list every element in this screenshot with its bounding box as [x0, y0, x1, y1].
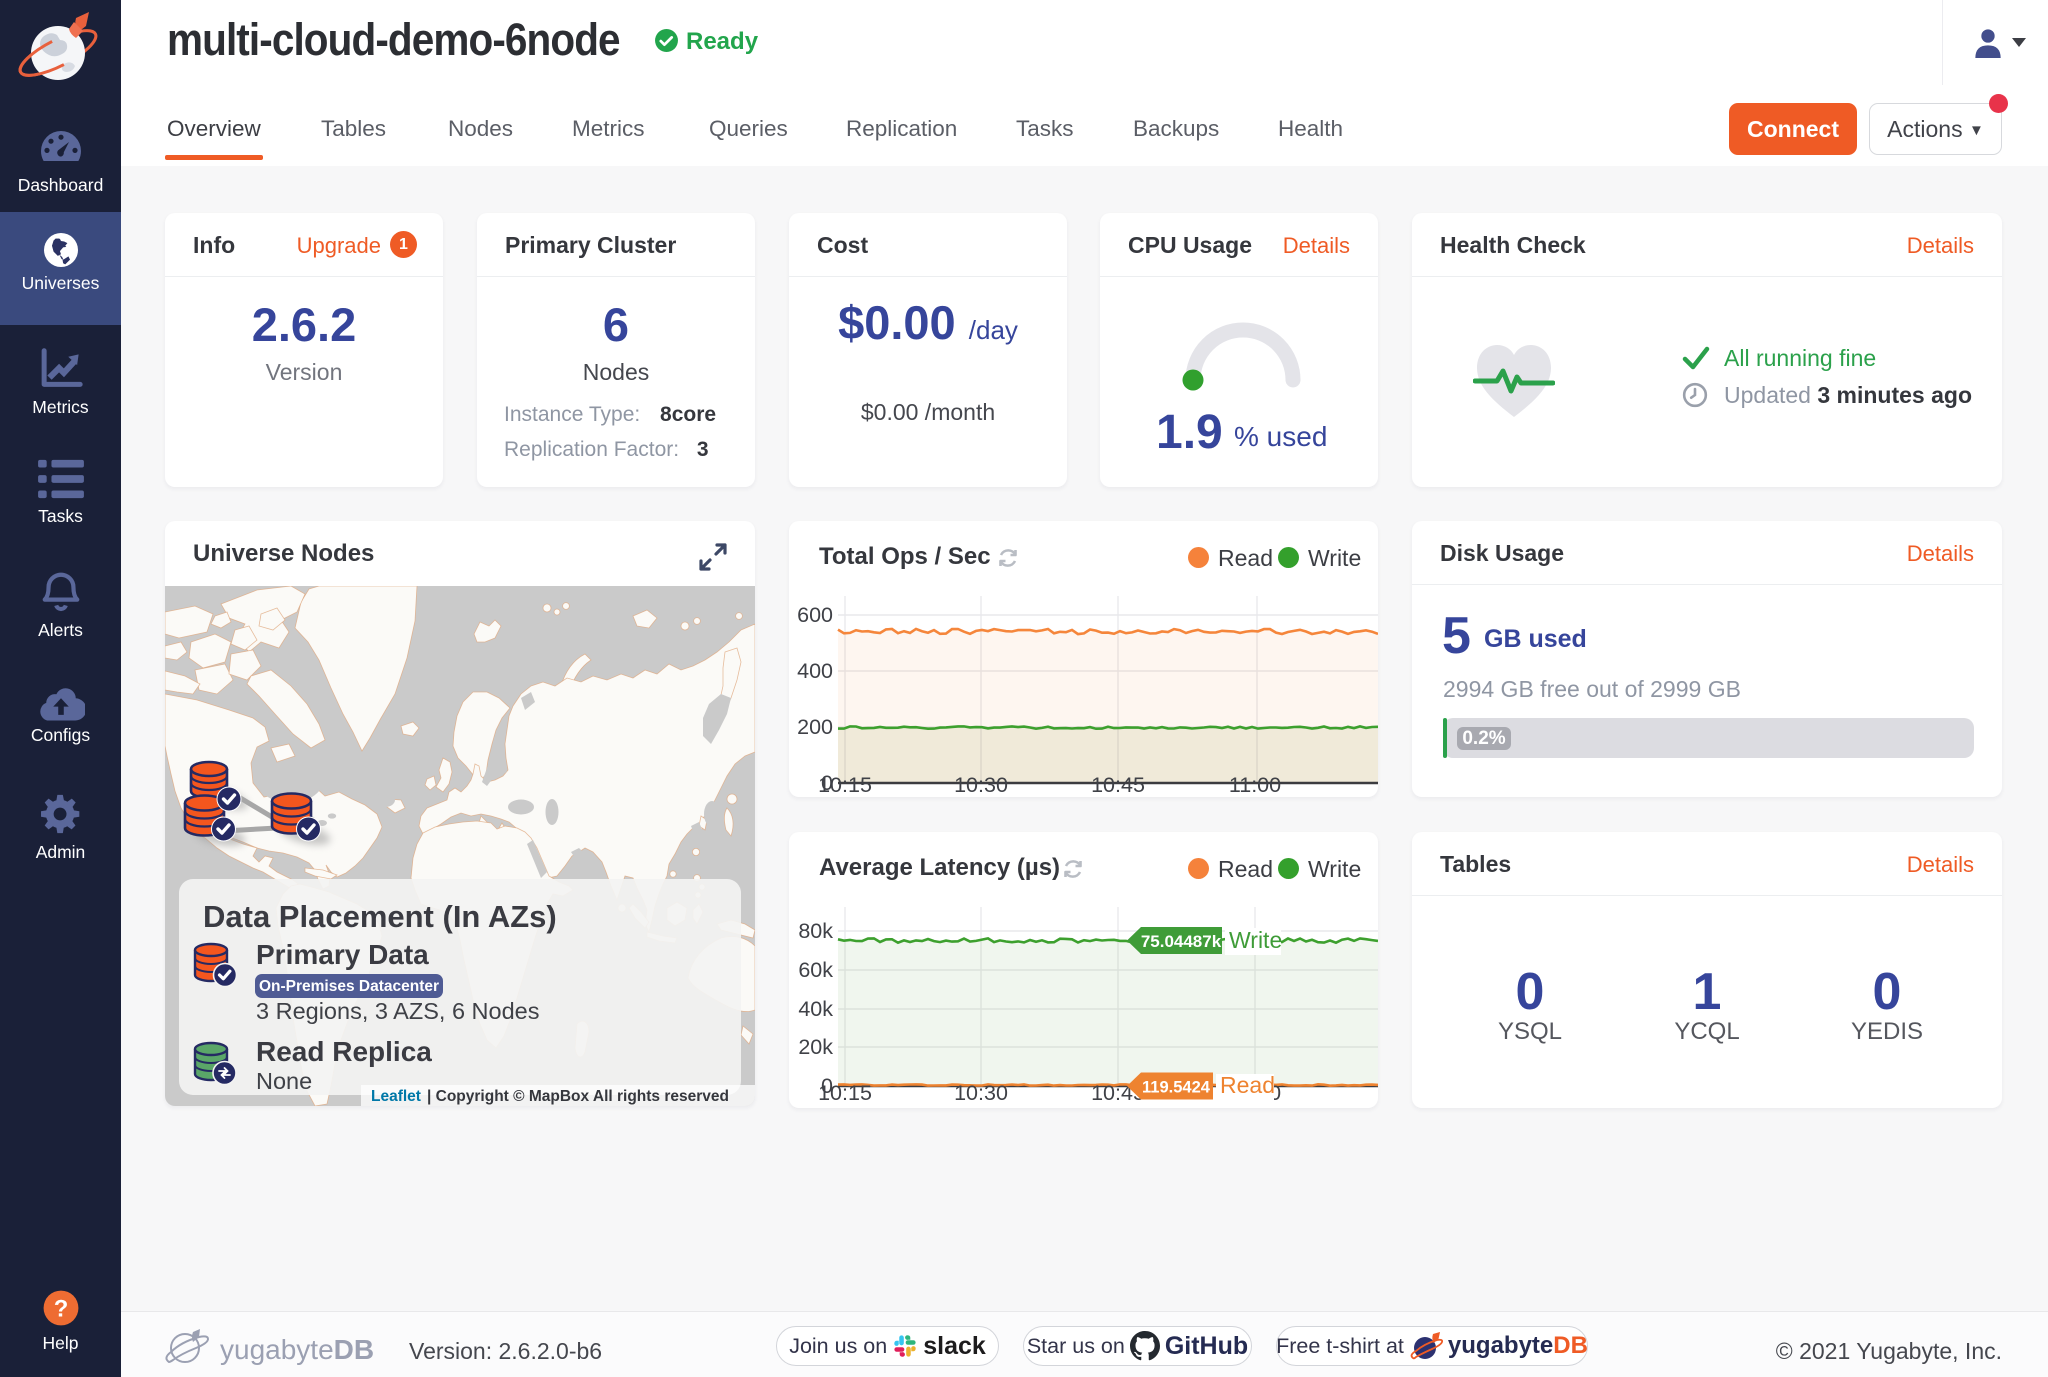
svg-text:75.04487k: 75.04487k [1141, 932, 1222, 951]
svg-text:3 Regions, 3 AZS, 6 Nodes: 3 Regions, 3 AZS, 6 Nodes [256, 998, 539, 1024]
svg-text:600: 600 [797, 603, 833, 627]
svg-text:119.5424: 119.5424 [1142, 1079, 1211, 1097]
svg-text:Leaflet: Leaflet [371, 1088, 421, 1105]
svg-text:200: 200 [797, 715, 833, 739]
svg-text:11:00: 11:00 [1229, 773, 1281, 797]
svg-text:Read Replica: Read Replica [256, 1036, 432, 1067]
svg-text:60k: 60k [798, 958, 833, 982]
svg-text:Read: Read [1220, 1072, 1275, 1098]
svg-text:None: None [256, 1068, 312, 1094]
svg-text:10:30: 10:30 [954, 1081, 1008, 1105]
svg-text:| Copyright © MapBox All right: | Copyright © MapBox All rights reserved [427, 1088, 729, 1105]
svg-text:10:15: 10:15 [818, 1081, 872, 1105]
svg-text:80k: 80k [798, 919, 833, 943]
svg-text:10:30: 10:30 [954, 773, 1008, 797]
svg-text:400: 400 [797, 659, 833, 683]
svg-text:Write: Write [1229, 927, 1282, 953]
svg-text:?: ? [53, 1296, 68, 1323]
svg-text:Primary Data: Primary Data [256, 939, 429, 970]
svg-text:20k: 20k [798, 1035, 833, 1059]
svg-text:10:15: 10:15 [818, 773, 872, 797]
svg-text:Data Placement (In AZs): Data Placement (In AZs) [203, 899, 557, 934]
svg-text:On-Premises Datacenter: On-Premises Datacenter [259, 978, 439, 995]
svg-text:40k: 40k [798, 997, 833, 1021]
svg-text:10:45: 10:45 [1091, 773, 1145, 797]
